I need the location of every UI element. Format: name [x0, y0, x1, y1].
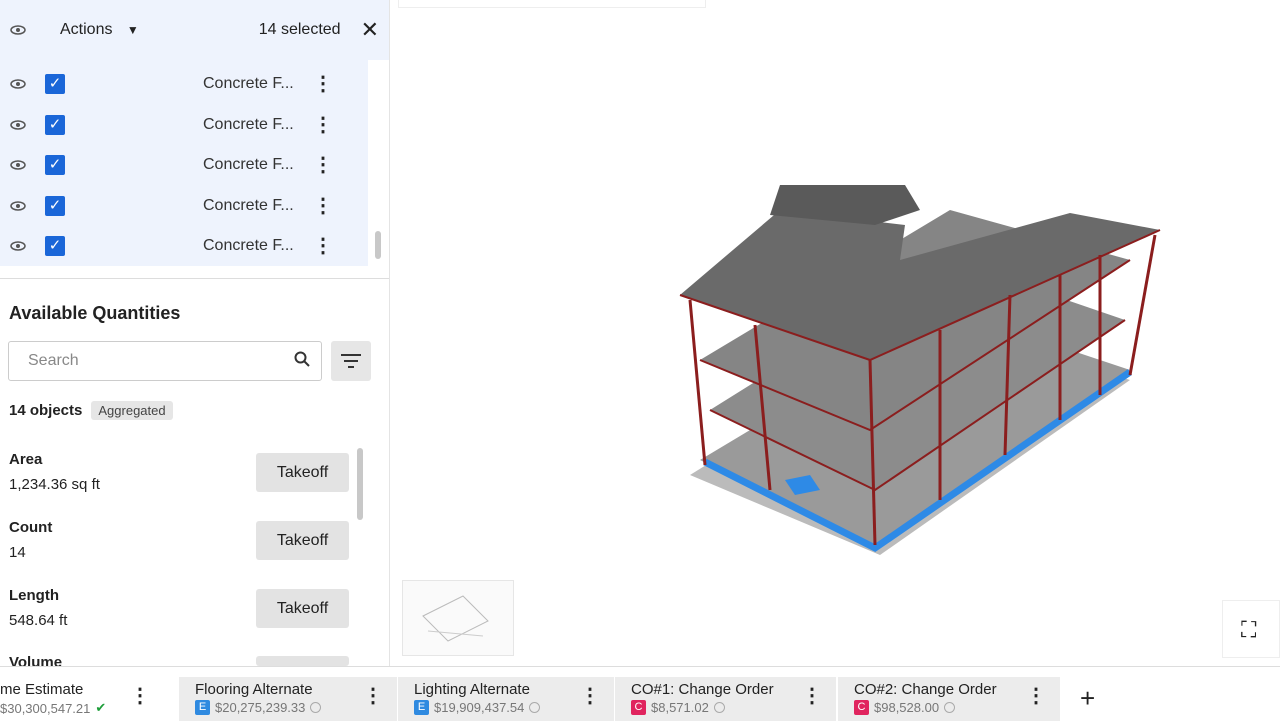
more-icon[interactable]: ⋮ [313, 196, 333, 216]
takeoff-button[interactable]: Takeoff [256, 453, 349, 492]
list-item[interactable]: ✓ Concrete F... ⋮ [0, 226, 368, 267]
checkbox[interactable]: ✓ [45, 74, 65, 95]
quantity-count: Count 14 [9, 519, 52, 561]
actions-label: Actions [60, 21, 113, 38]
estimate-type-badge: C [631, 700, 646, 715]
row-name: Concrete F... [203, 237, 294, 255]
more-icon[interactable]: ⋮ [130, 686, 150, 706]
more-icon[interactable]: ⋮ [313, 155, 333, 175]
expand-icon: ⛶ [1241, 617, 1257, 642]
status-circle-icon [529, 702, 541, 713]
left-panel: Actions ▼ 14 selected ✕ ✓ Concrete F... ⋮ … [0, 0, 390, 666]
eye-icon[interactable] [10, 160, 26, 170]
filter-button[interactable] [331, 341, 371, 381]
list-item[interactable]: ✓ Concrete F... ⋮ [0, 145, 368, 186]
checkbox[interactable]: ✓ [45, 236, 65, 257]
more-icon[interactable]: ⋮ [363, 686, 383, 706]
eye-icon[interactable] [10, 120, 26, 130]
row-name: Concrete F... [203, 115, 294, 133]
list-item[interactable]: ✓ Concrete F... ⋮ [0, 64, 368, 105]
actions-dropdown[interactable]: Actions ▼ [60, 21, 139, 39]
quantity-label: Area [9, 451, 43, 468]
check-circle-icon: ✔ [95, 700, 107, 715]
checkbox[interactable]: ✓ [45, 114, 65, 135]
quantity-label: Length [9, 587, 59, 604]
tab-co2[interactable]: CO#2: Change Order C $98,528.00 ⋮ [838, 677, 1060, 721]
quantity-value: 548.64 ft [9, 612, 68, 629]
row-name: Concrete F... [203, 75, 294, 93]
eye-icon[interactable] [10, 201, 26, 211]
takeoff-button[interactable]: Takeoff [256, 521, 349, 560]
eye-icon[interactable] [10, 25, 26, 35]
objects-count: 14 objects [9, 402, 83, 419]
panel-scrollbar[interactable] [357, 448, 363, 520]
aggregated-badge: Aggregated [91, 401, 173, 420]
more-icon[interactable]: ⋮ [313, 115, 333, 135]
search-icon [294, 351, 310, 372]
more-icon[interactable]: ⋮ [313, 236, 333, 256]
tab-amount: $20,275,239.33 [215, 700, 306, 715]
search-input[interactable]: Search [8, 341, 322, 381]
tab-amount: $8,571.02 [651, 700, 709, 715]
tab-amount: $30,300,547.21 [0, 700, 91, 716]
tab-lighting-alternate[interactable]: Lighting Alternate E $19,909,437.54 ⋮ [398, 677, 614, 721]
takeoff-button[interactable]: Takeoff [256, 589, 349, 628]
quantity-value: 1,234.36 sq ft [9, 476, 100, 493]
eye-icon[interactable] [10, 241, 26, 251]
more-icon[interactable]: ⋮ [1026, 686, 1046, 706]
search-placeholder: Search [28, 352, 79, 369]
list-item[interactable]: ✓ Concrete F... ⋮ [0, 186, 368, 227]
filter-icon [341, 354, 361, 368]
viewer-toolbar [398, 0, 706, 8]
status-circle-icon [310, 702, 322, 713]
selected-list: ✓ Concrete F... ⋮ ✓ Concrete F... ⋮ ✓ Concret… [0, 60, 368, 266]
eye-icon[interactable] [10, 79, 26, 89]
list-item[interactable]: ✓ Concrete F... ⋮ [0, 105, 368, 146]
tab-co1[interactable]: CO#1: Change Order C $8,571.02 ⋮ [615, 677, 836, 721]
status-circle-icon [713, 702, 725, 713]
fullscreen-button[interactable]: ⛶ [1222, 600, 1280, 658]
more-icon[interactable]: ⋮ [313, 74, 333, 94]
close-icon[interactable]: ✕ [361, 17, 379, 43]
section-title: Available Quantities [9, 303, 181, 323]
minimap[interactable] [402, 580, 514, 656]
list-scrollbar[interactable] [375, 231, 381, 259]
takeoff-button[interactable] [256, 656, 349, 666]
estimate-type-badge: E [414, 700, 429, 715]
quantity-area: Area 1,234.36 sq ft [9, 451, 100, 493]
tab-amount: $98,528.00 [874, 700, 940, 715]
estimate-tabs: me Estimate $30,300,547.21 ✔ ⋮ Flooring Alt… [0, 666, 1280, 721]
row-name: Concrete F... [203, 156, 294, 174]
more-icon[interactable]: ⋮ [580, 686, 600, 706]
quantity-volume: Volume [9, 654, 62, 666]
more-icon[interactable]: ⋮ [802, 686, 822, 706]
status-circle-icon [944, 702, 956, 713]
selection-header: Actions ▼ 14 selected ✕ [0, 0, 389, 60]
estimate-type-badge: C [854, 700, 869, 715]
selected-count: 14 selected [258, 21, 341, 38]
caret-down-icon: ▼ [126, 23, 139, 37]
quantity-length: Length 548.64 ft [9, 587, 67, 629]
estimate-type-badge: E [195, 700, 210, 715]
quantity-label: Volume [9, 654, 63, 666]
checkbox[interactable]: ✓ [45, 155, 65, 176]
quantity-label: Count [9, 519, 53, 536]
objects-summary: 14 objects Aggregated [9, 401, 173, 420]
checkbox[interactable]: ✓ [45, 195, 65, 216]
add-tab-button[interactable]: + [1080, 685, 1095, 711]
row-name: Concrete F... [203, 196, 294, 214]
tab-flooring-alternate[interactable]: Flooring Alternate E $20,275,239.33 ⋮ [179, 677, 397, 721]
tab-amount: $19,909,437.54 [434, 700, 525, 715]
building-model[interactable] [660, 180, 1180, 590]
quantity-value: 14 [9, 544, 26, 561]
tab-estimate[interactable]: me Estimate $30,300,547.21 ✔ ⋮ [0, 677, 164, 721]
